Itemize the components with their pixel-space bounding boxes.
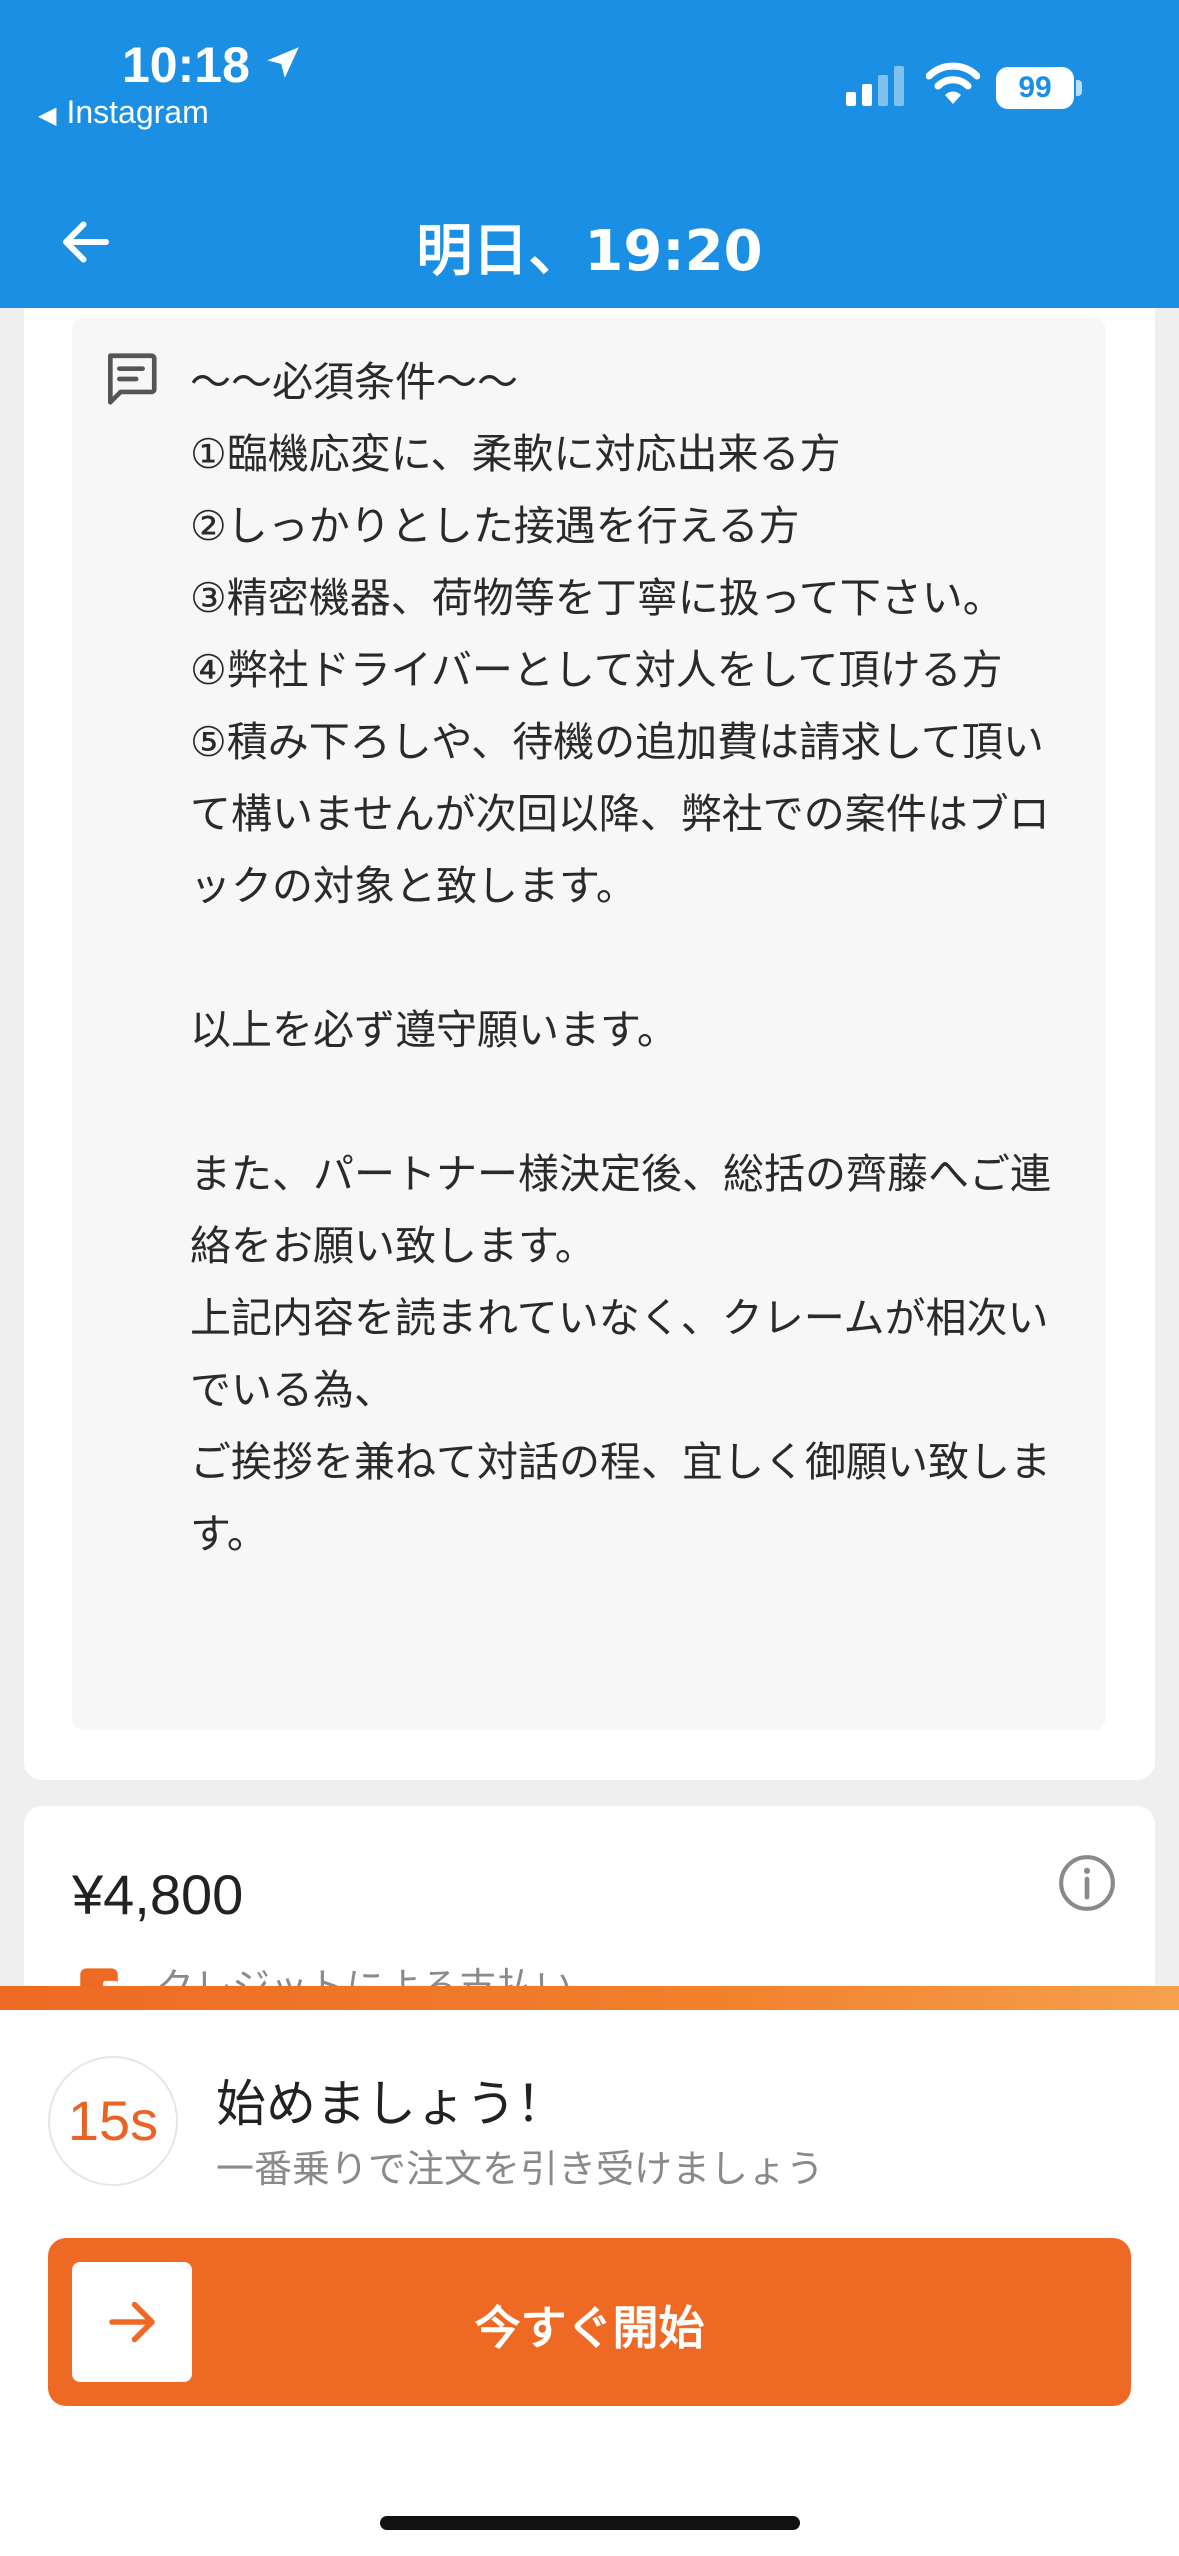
back-to-app-link[interactable]: ◀ Instagram <box>38 94 209 131</box>
note-icon <box>108 353 157 405</box>
back-app-label: Instagram <box>66 94 209 130</box>
top-bar: 10:18 ◀ Instagram 99 明日、19:20 <box>0 0 1179 308</box>
start-now-label: 今すぐ開始 <box>474 2301 705 2355</box>
start-now-button[interactable]: 今すぐ開始 <box>48 2238 1131 2406</box>
price-value: ¥4,800 <box>72 1863 244 1926</box>
notes-text: 〜〜必須条件〜〜 ①臨機応変に、柔軟に対応出来る方 ②しっかりとした接遇を行える… <box>190 358 1051 1558</box>
home-indicator[interactable] <box>380 2516 800 2530</box>
sheet-title: 始めましょう！ <box>216 2075 566 2133</box>
wifi-icon <box>926 62 980 104</box>
progress-bar <box>0 1986 1179 2010</box>
countdown-timer: 15s <box>48 2056 178 2186</box>
battery-icon: 99 <box>996 67 1074 109</box>
page-title: 明日、19:20 <box>416 219 763 284</box>
status-time: 10:18 <box>122 37 250 93</box>
back-triangle-icon: ◀ <box>38 102 57 129</box>
location-arrow-icon <box>267 47 299 78</box>
signal-icon <box>846 66 904 106</box>
battery-cap <box>1076 80 1082 96</box>
sheet-subtitle: 一番乗りで注文を引き受けましょう <box>216 2147 825 2191</box>
info-icon[interactable] <box>1056 1852 1118 1914</box>
